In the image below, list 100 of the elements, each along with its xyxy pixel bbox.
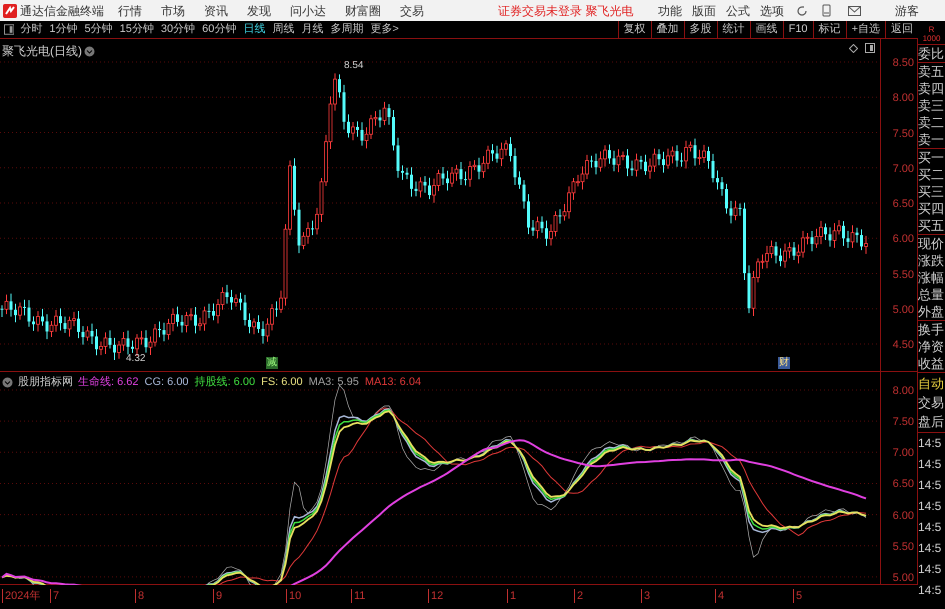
menu-item[interactable]: 选项: [760, 2, 784, 20]
axis-label: 6.50: [892, 197, 914, 212]
menu-item[interactable]: 交易: [400, 2, 424, 20]
quote-label: 买四: [918, 200, 945, 217]
dropdown-icon[interactable]: [84, 46, 95, 56]
period-tab[interactable]: 月线: [301, 21, 324, 38]
period-tab[interactable]: 30分钟: [160, 21, 196, 38]
period-tab[interactable]: 15分钟: [120, 21, 154, 38]
quote-label: 净资: [918, 338, 945, 355]
time-label: 1: [507, 589, 516, 603]
axis-label: 6.00: [892, 508, 914, 524]
axis-label: 7.50: [892, 415, 914, 430]
quote-label: 换手: [918, 321, 945, 338]
high-price-label: 8.54: [344, 59, 364, 73]
menu-item[interactable]: 发现: [247, 2, 271, 20]
quote-header: 1000: [922, 34, 940, 43]
time-label: 2024年: [2, 589, 40, 603]
axis-label: 8.50: [892, 56, 914, 71]
legend-item: MA3: 5.95: [308, 375, 359, 390]
app-title: 通达信金融终端: [20, 2, 105, 20]
toolbar-button[interactable]: 统计: [716, 21, 750, 38]
period-tab[interactable]: 分时: [20, 21, 42, 38]
user-label[interactable]: 游客: [895, 2, 919, 20]
period-tab[interactable]: 多周期: [330, 21, 364, 38]
panel-toggle-icon[interactable]: [4, 24, 14, 35]
axis-label: 5.50: [892, 268, 914, 282]
legend-item: FS: 6.00: [261, 375, 303, 390]
quote-label: 买二: [918, 166, 945, 183]
trade-time: 14:5: [918, 519, 942, 536]
time-label: 3: [641, 589, 650, 603]
finance-marker[interactable]: 财: [778, 357, 790, 369]
quote-label: 卖三: [918, 97, 945, 114]
axis-label: 5.50: [892, 540, 914, 555]
time-label: 10: [286, 589, 302, 603]
time-label: 2: [574, 589, 584, 603]
legend-item: 生命线: 6.62: [78, 375, 139, 390]
trade-time: 14:5: [918, 498, 942, 515]
menu-item[interactable]: 资讯: [204, 2, 228, 20]
menu-item[interactable]: 市场: [161, 2, 185, 20]
period-tab[interactable]: 周线: [272, 21, 294, 38]
axis-label: 8.00: [892, 384, 914, 399]
reduce-marker[interactable]: 减: [266, 357, 278, 369]
menu-item[interactable]: 版面: [692, 2, 716, 20]
period-tab[interactable]: 日线: [243, 21, 266, 38]
mode-tab[interactable]: 盘后: [918, 413, 945, 432]
trade-time: 14:5: [918, 435, 942, 452]
legend-item: CG: 6.00: [144, 375, 189, 390]
time-label: 4: [715, 589, 724, 603]
period-tab[interactable]: 5分钟: [84, 21, 113, 38]
time-label: 9: [213, 589, 222, 603]
toolbar-button[interactable]: 多股: [684, 21, 717, 38]
menu-item[interactable]: 行情: [118, 2, 142, 20]
quote-label: 涨跌: [918, 252, 945, 269]
menu-item[interactable]: 问小达: [290, 2, 326, 20]
axis-label: 6.50: [892, 477, 914, 492]
dropdown-icon[interactable]: [2, 376, 13, 388]
stock-title: 聚飞光电(日线): [2, 43, 82, 60]
quote-label: 卖四: [918, 80, 945, 97]
mode-tab[interactable]: 自动: [918, 375, 945, 394]
toolbar-button[interactable]: 画线: [750, 21, 783, 38]
trade-time: 14:5: [918, 540, 942, 557]
toolbar-button[interactable]: 标记: [812, 21, 846, 38]
quote-label: 买五: [918, 217, 945, 234]
period-tab[interactable]: 1分钟: [49, 21, 78, 38]
quote-label: 收益: [918, 355, 945, 372]
indicator-name: 股朋指标网: [18, 375, 73, 390]
period-tab[interactable]: 60分钟: [202, 21, 236, 38]
diamond-icon[interactable]: [849, 44, 858, 53]
axis-label: 7.00: [892, 162, 914, 177]
menu-item[interactable]: 财富圈: [345, 2, 381, 20]
toolbar-button[interactable]: 返回: [885, 21, 918, 38]
quote-label: 现价: [918, 235, 945, 252]
quote-label: 外盘: [918, 303, 945, 320]
axis-label: 5.00: [892, 302, 914, 318]
time-label: 11: [351, 589, 366, 603]
quote-label: 总量: [918, 286, 945, 303]
time-label: 12: [428, 589, 444, 603]
quote-label: 买三: [918, 183, 945, 200]
trade-time: 14:5: [918, 477, 942, 494]
mode-tab[interactable]: 交易: [918, 394, 945, 413]
panel-toggle-icon[interactable]: [865, 43, 875, 53]
menu-item[interactable]: 公式: [726, 2, 750, 20]
toolbar-button[interactable]: +自选: [846, 21, 885, 38]
quote-label: 卖二: [918, 114, 945, 131]
phone-icon[interactable]: [822, 4, 831, 17]
legend-item: 持股线: 6.00: [194, 375, 256, 390]
toolbar-button[interactable]: 复权: [618, 21, 651, 38]
period-tab[interactable]: 更多>: [370, 21, 399, 38]
toolbar-button[interactable]: 叠加: [650, 21, 684, 38]
menu-item[interactable]: 功能: [658, 2, 682, 20]
axis-label: 6.00: [892, 232, 914, 248]
toolbar-button[interactable]: F10: [782, 21, 813, 38]
quote-header: R: [928, 25, 934, 34]
axis-label: 7.00: [892, 446, 914, 462]
time-label: 8: [135, 589, 144, 603]
quote-label: 涨幅: [918, 269, 945, 286]
time-label: 7: [50, 589, 60, 603]
trade-time: 14:5: [918, 561, 942, 578]
mail-icon[interactable]: [848, 6, 861, 16]
refresh-icon[interactable]: [796, 4, 808, 16]
